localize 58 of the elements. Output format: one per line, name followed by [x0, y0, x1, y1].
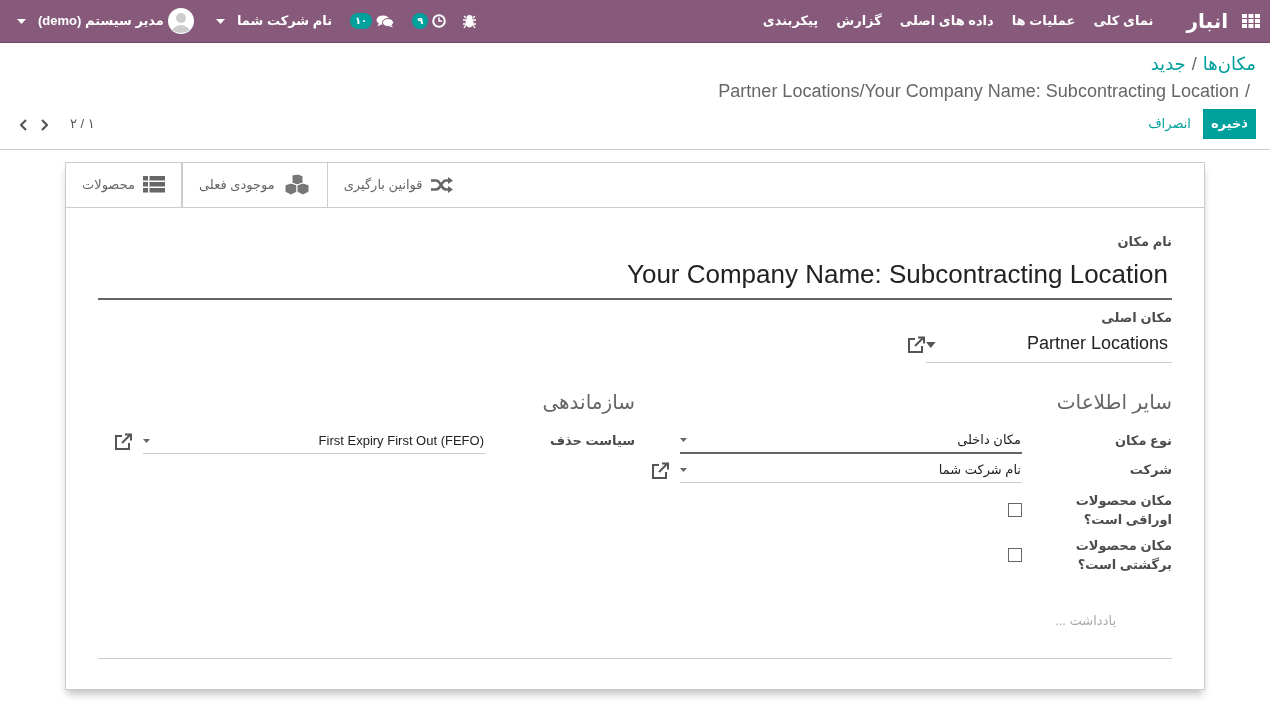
- group-title: سازماندهی: [541, 389, 635, 416]
- caret-icon: [215, 18, 225, 24]
- shuffle-icon: [430, 176, 453, 193]
- select-field[interactable]: نام شرکت شما: [680, 457, 1022, 483]
- breadcrumb-separator: /: [1245, 80, 1250, 103]
- chevron-left-icon: [20, 118, 28, 131]
- group-title: سایر اطلاعات: [1055, 389, 1172, 416]
- breadcrumb-current: Partner Locations/Your Company Name: Subcontracting Location: [718, 80, 1239, 103]
- save-button[interactable]: ذخیره: [1202, 109, 1256, 139]
- select-field[interactable]: مکان داخلی: [680, 428, 1022, 454]
- breadcrumb-link[interactable]: مکان‌ها: [1202, 51, 1256, 78]
- field-label: شرکت: [1128, 461, 1172, 480]
- stat-button[interactable]: موجودی فعلی: [182, 162, 327, 207]
- external-link-icon[interactable]: [650, 461, 670, 480]
- caret-icon: [143, 438, 150, 443]
- menu-item[interactable]: نمای کلی: [1084, 0, 1163, 42]
- field-label: نام مکان: [1116, 232, 1172, 251]
- user-menu[interactable]: مدیر سیستم (demo): [8, 0, 203, 42]
- chat-bubbles-icon: [376, 14, 395, 28]
- avatar-icon: [167, 8, 194, 34]
- pager-counter: ۱ / ۲: [70, 115, 95, 133]
- discard-button[interactable]: انصراف: [1140, 109, 1199, 139]
- breadcrumb-link[interactable]: جدید: [1150, 51, 1186, 78]
- caret-icon: [680, 438, 687, 442]
- menu-item[interactable]: گزارش: [827, 0, 891, 42]
- list-icon: [143, 176, 165, 193]
- field-label: مکان محصولات اوراقی است؟: [1074, 491, 1172, 529]
- select-field[interactable]: First Expiry First Out (FEFO): [143, 428, 485, 454]
- notification-badge: ۹: [412, 13, 429, 29]
- checkbox[interactable]: [1008, 548, 1022, 562]
- field-label: مکان اصلی: [1100, 309, 1172, 327]
- stat-button[interactable]: قوانین بارگیری: [326, 162, 469, 207]
- activities-button[interactable]: ۹: [403, 0, 456, 42]
- company-switcher[interactable]: نام شرکت شما: [206, 0, 341, 42]
- stat-button[interactable]: محصولات: [66, 162, 182, 207]
- bug-icon[interactable]: [463, 14, 477, 28]
- external-link-icon[interactable]: [906, 336, 926, 354]
- external-link-icon[interactable]: [113, 432, 133, 451]
- clock-icon: [432, 14, 447, 28]
- cubes-icon: [282, 173, 311, 196]
- notification-badge: ۱۰: [350, 13, 373, 29]
- parent-location-field[interactable]: Partner Locations: [935, 327, 1172, 362]
- field-label: سیاست حذف: [548, 432, 635, 451]
- location-name-field[interactable]: Your Company Name: Subcontracting Location: [98, 255, 1172, 300]
- caret-icon: [17, 18, 26, 24]
- caret-icon[interactable]: [926, 341, 936, 348]
- app-brand: انبار: [1184, 9, 1229, 35]
- field-label: نوع مکان: [1113, 432, 1172, 451]
- menu-item[interactable]: داده های اصلی: [890, 0, 1003, 42]
- caret-icon: [680, 467, 687, 472]
- field-label: مکان محصولات برگشتی است؟: [1074, 536, 1172, 574]
- menu-item[interactable]: پیکربندی: [753, 0, 828, 42]
- messages-button[interactable]: ۱۰: [341, 0, 404, 42]
- apps-grid-icon[interactable]: [1242, 14, 1260, 28]
- checkbox[interactable]: [1008, 503, 1022, 517]
- breadcrumb-separator: /: [1191, 53, 1197, 76]
- chevron-right-icon: [40, 118, 48, 131]
- menu-item[interactable]: عملیات ها: [1002, 0, 1085, 42]
